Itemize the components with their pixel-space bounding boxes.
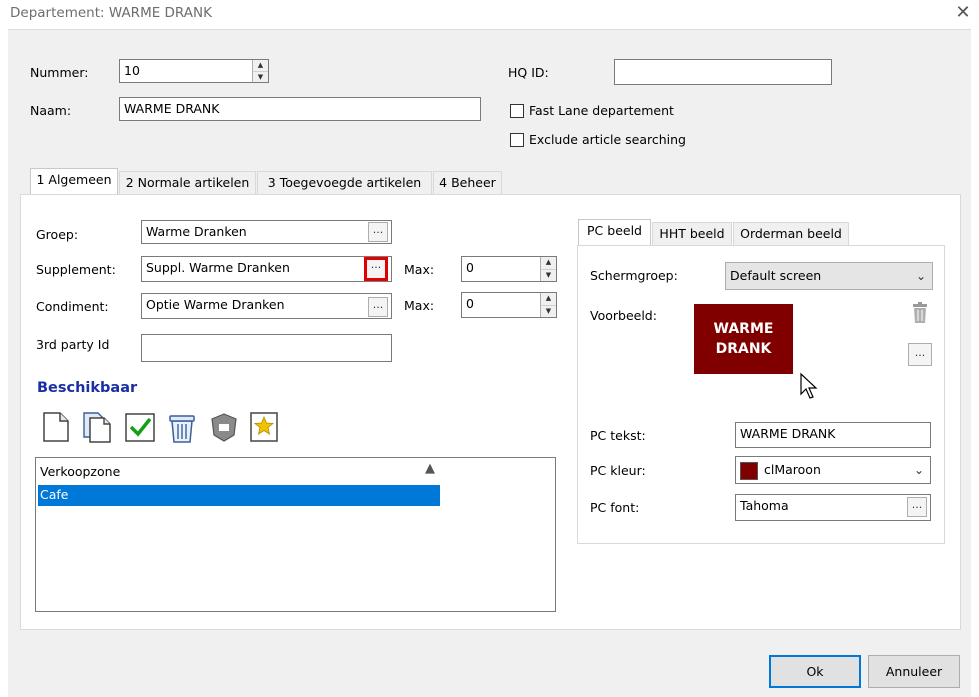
third-party-field[interactable]: [141, 334, 392, 362]
check-icon[interactable]: [124, 411, 156, 443]
pc-font-browse-button[interactable]: ...: [907, 497, 927, 517]
tab-orderman-beeld[interactable]: Orderman beeld: [733, 222, 849, 246]
schermgroep-select[interactable]: Default screen ⌄: [725, 262, 933, 290]
third-party-label: 3rd party Id: [36, 337, 110, 352]
spin-down-icon[interactable]: ▼: [541, 306, 556, 318]
nummer-spinner[interactable]: ▲ ▼: [252, 60, 268, 82]
tab-normale-artikelen[interactable]: 2 Normale artikelen: [119, 171, 256, 195]
list-item-label: Cafe: [40, 487, 69, 502]
condiment-label: Condiment:: [36, 299, 109, 314]
condiment-max-spinner[interactable]: ▲ ▼: [540, 293, 556, 317]
chevron-down-icon[interactable]: ⌄: [914, 459, 924, 481]
spin-down-icon[interactable]: ▼: [541, 270, 556, 282]
verkoopzone-column-header[interactable]: Verkoopzone: [40, 464, 120, 479]
pc-kleur-label: PC kleur:: [590, 463, 646, 478]
mouse-cursor-icon: [800, 372, 818, 399]
naam-field[interactable]: WARME DRANK: [119, 97, 481, 121]
tab-algemeen[interactable]: 1 Algemeen: [30, 168, 118, 195]
preview-browse-button[interactable]: ...: [908, 343, 932, 366]
spin-up-icon[interactable]: ▲: [541, 257, 556, 270]
tab-beheer[interactable]: 4 Beheer: [433, 171, 502, 195]
supplement-browse-button[interactable]: ...: [364, 257, 388, 281]
tab-hht-beeld[interactable]: HHT beeld: [652, 222, 732, 246]
condiment-max-label: Max:: [404, 298, 435, 313]
preview-tile: WARME DRANK: [694, 304, 793, 374]
pc-font-label: PC font:: [590, 500, 640, 515]
delete-preview-icon[interactable]: [911, 302, 929, 324]
exclude-search-label[interactable]: Exclude article searching: [529, 132, 686, 147]
groep-field[interactable]: Warme Dranken: [141, 220, 392, 244]
exclude-search-checkbox[interactable]: [510, 133, 524, 147]
naam-label: Naam:: [30, 103, 72, 118]
supplement-max-field[interactable]: 0 ▲ ▼: [461, 256, 557, 282]
preview-line-1: WARME: [713, 321, 774, 337]
close-icon[interactable]: ✕: [953, 2, 973, 23]
supplement-max-value: 0: [466, 260, 474, 275]
nummer-field[interactable]: 10 ▲ ▼: [119, 59, 269, 83]
fast-lane-label[interactable]: Fast Lane departement: [529, 103, 674, 118]
fast-lane-checkbox[interactable]: [510, 104, 524, 118]
nummer-value: 10: [124, 63, 140, 78]
sort-ascending-icon[interactable]: ▲: [425, 461, 435, 476]
star-document-icon[interactable]: [248, 411, 280, 443]
condiment-value: Optie Warme Dranken: [146, 297, 285, 312]
pc-tekst-label: PC tekst:: [590, 428, 646, 443]
condiment-max-value: 0: [466, 296, 474, 311]
tab-toegevoegde-artikelen[interactable]: 3 Toegevoegde artikelen: [257, 171, 432, 195]
color-swatch: [740, 461, 758, 480]
supplement-field[interactable]: Suppl. Warme Dranken: [141, 256, 392, 282]
spin-down-icon[interactable]: ▼: [253, 72, 268, 83]
nummer-label: Nummer:: [30, 65, 89, 80]
beschikbaar-heading: Beschikbaar: [37, 380, 138, 396]
verkoopzone-list[interactable]: Verkoopzone ▲ Cafe: [35, 457, 556, 612]
supplement-max-spinner[interactable]: ▲ ▼: [540, 257, 556, 281]
groep-label: Groep:: [36, 227, 79, 242]
condiment-browse-button[interactable]: ...: [368, 297, 388, 317]
shield-icon[interactable]: [208, 411, 240, 443]
naam-value: WARME DRANK: [124, 101, 220, 116]
hqid-field[interactable]: [614, 59, 832, 85]
pc-font-field[interactable]: Tahoma: [735, 494, 931, 521]
ok-button[interactable]: Ok: [769, 655, 861, 688]
hqid-label: HQ ID:: [508, 65, 549, 80]
chevron-down-icon[interactable]: ⌄: [916, 265, 926, 287]
groep-browse-button[interactable]: ...: [368, 222, 388, 242]
supplement-max-label: Max:: [404, 262, 435, 277]
schermgroep-value: Default screen: [730, 268, 822, 283]
schermgroep-label: Schermgroep:: [590, 268, 678, 283]
new-document-icon[interactable]: [40, 411, 72, 443]
condiment-field[interactable]: Optie Warme Dranken: [141, 293, 392, 319]
window-title: Departement: WARME DRANK: [10, 5, 212, 21]
pc-tekst-field[interactable]: WARME DRANK: [735, 422, 931, 448]
pc-tekst-value: WARME DRANK: [740, 426, 836, 441]
preview-line-2: DRANK: [715, 341, 772, 357]
pc-kleur-value: clMaroon: [764, 462, 821, 477]
pc-kleur-select[interactable]: clMaroon ⌄: [735, 456, 931, 484]
tab-pc-beeld[interactable]: PC beeld: [578, 219, 651, 246]
cancel-button[interactable]: Annuleer: [868, 655, 960, 688]
condiment-max-field[interactable]: 0 ▲ ▼: [461, 292, 557, 318]
groep-value: Warme Dranken: [146, 224, 247, 239]
pc-font-value: Tahoma: [740, 498, 789, 513]
spin-up-icon[interactable]: ▲: [541, 293, 556, 306]
supplement-value: Suppl. Warme Dranken: [146, 260, 290, 275]
list-item[interactable]: Cafe: [38, 485, 440, 506]
spin-up-icon[interactable]: ▲: [253, 60, 268, 72]
supplement-label: Supplement:: [36, 262, 116, 277]
trash-icon[interactable]: [166, 411, 198, 443]
voorbeeld-label: Voorbeeld:: [590, 308, 657, 323]
copy-document-icon[interactable]: [82, 411, 114, 443]
